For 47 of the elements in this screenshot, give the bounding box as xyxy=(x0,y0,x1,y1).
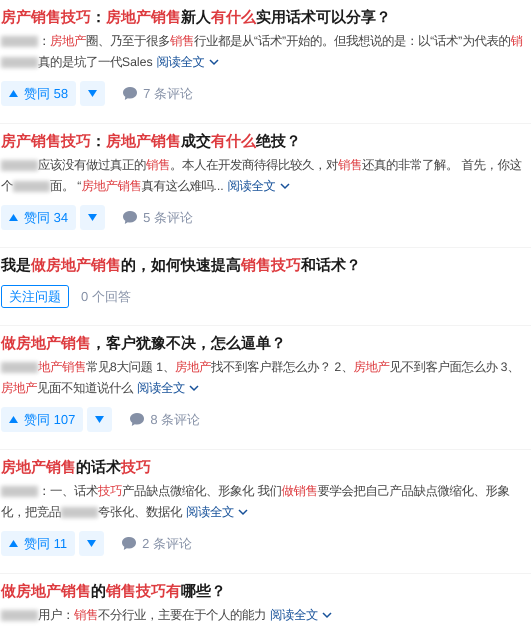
comment-icon xyxy=(122,537,136,550)
caret-down-icon xyxy=(88,214,98,221)
chevron-down-icon xyxy=(322,612,332,619)
caret-down-icon xyxy=(88,90,98,97)
result-title[interactable]: 做房地产销售的销售技巧有哪些？ xyxy=(1,581,527,603)
blurred-text xyxy=(1,610,38,622)
result-title[interactable]: 我是做房地产销售的，如何快速提高销售技巧和话术？ xyxy=(1,255,527,277)
downvote-button[interactable] xyxy=(80,81,106,106)
comment-icon xyxy=(123,211,138,224)
downvote-button[interactable] xyxy=(87,407,112,432)
answer-excerpt: 用户：销售不分行业，主要在于个人的能力 阅读全文 xyxy=(1,605,527,626)
blurred-text xyxy=(61,507,98,518)
answer-excerpt: 地产销售常见8大问题 1、房地产找不到客户群怎么办？ 2、房地产见不到客户面怎么办 3、 房地产见面不知道说什么 阅读全文 xyxy=(1,357,527,399)
blurred-text xyxy=(1,57,38,68)
comment-icon xyxy=(123,87,138,100)
downvote-button[interactable] xyxy=(80,205,106,230)
caret-up-icon xyxy=(9,90,18,97)
read-more-link[interactable]: 阅读全文 xyxy=(228,176,290,197)
caret-down-icon xyxy=(95,416,104,423)
blurred-text xyxy=(1,160,38,172)
blurred-text xyxy=(1,486,38,498)
chevron-down-icon xyxy=(280,183,290,190)
blurred-text xyxy=(1,36,38,48)
blurred-text xyxy=(1,362,38,374)
comment-icon xyxy=(130,413,144,426)
chevron-down-icon xyxy=(189,385,199,392)
answer-excerpt: 应该没有做过真正的销售。本人在开发商待得比较久，对销售还真的非常了解。 首先，你这个 面。 “房地产销售真有这么难吗... 阅读全文 xyxy=(1,155,527,197)
result-title[interactable]: 做房地产销售，客户犹豫不决，怎么逼单？ xyxy=(1,333,527,355)
result-title[interactable]: 房产销售技巧：房地产销售成交有什么绝技？ xyxy=(1,131,527,153)
blurred-text xyxy=(13,181,50,192)
read-more-link[interactable]: 阅读全文 xyxy=(156,52,219,73)
read-more-link[interactable]: 阅读全文 xyxy=(137,378,199,399)
answer-excerpt: ：房地产圈、乃至于很多销售行业都是从“话术”开始的。但我想说的是：以“话术”为代表的销 真的是坑了一代Sales 阅读全文 xyxy=(1,31,527,73)
read-more-link[interactable]: 阅读全文 xyxy=(186,502,248,523)
chevron-down-icon xyxy=(238,509,248,516)
result-title[interactable]: 房产销售技巧：房地产销售新人有什么实用话术可以分享？ xyxy=(1,7,527,29)
caret-up-icon xyxy=(9,214,18,221)
follow-question-button[interactable]: 关注问题 xyxy=(1,285,69,308)
answer-excerpt: ：一、话术技巧产品缺点微缩化、形象化 我们做销售要学会把自己产品缺点微缩化、形象化，把竞品 夸张化、数据化 阅读全文 xyxy=(1,481,527,523)
result-title[interactable]: 房地产销售的话术技巧 xyxy=(1,457,527,479)
caret-up-icon xyxy=(9,416,18,423)
caret-up-icon xyxy=(9,540,18,547)
caret-down-icon xyxy=(87,540,96,547)
read-more-link[interactable]: 阅读全文 xyxy=(270,605,332,626)
answer-count: 0 个回答 xyxy=(81,288,131,306)
chevron-down-icon xyxy=(208,59,219,66)
downvote-button[interactable] xyxy=(79,531,104,556)
